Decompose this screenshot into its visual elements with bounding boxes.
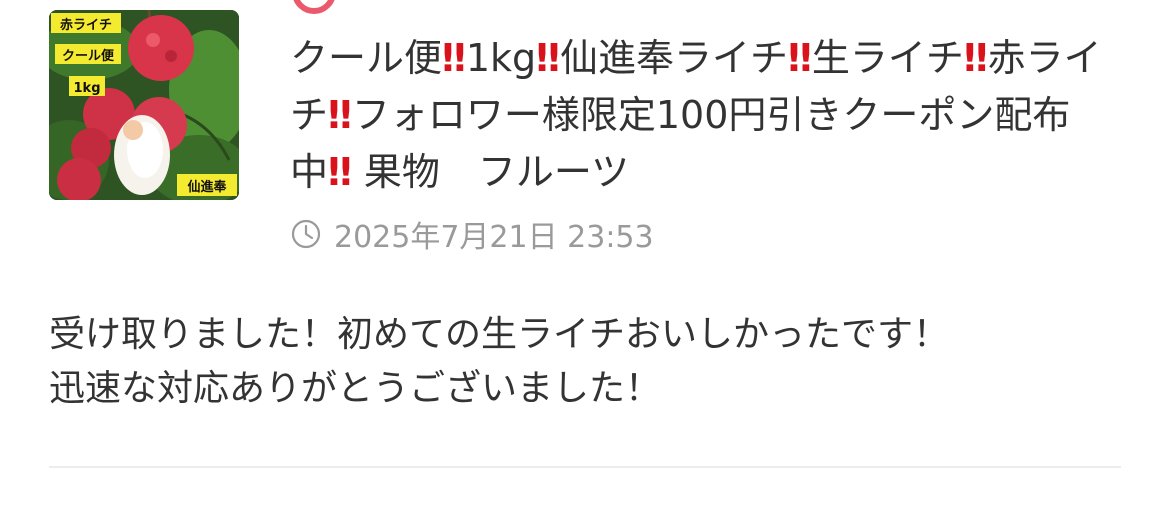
title-segment: クール便 <box>290 36 443 80</box>
lychee-image: 赤ライチ クール便 1kg 仙進奉 <box>49 10 239 200</box>
thumb-label-weight: 1kg <box>74 81 101 96</box>
double-exclamation-icon: ‼ <box>442 36 466 80</box>
title-segment: 1kg <box>465 36 537 80</box>
divider <box>49 466 1121 468</box>
review-date: 2025年7月21日 23:53 <box>334 220 654 255</box>
double-exclamation-icon: ‼ <box>328 150 352 194</box>
review-line: 迅速な対応ありがとうございました！ <box>49 368 662 409</box>
clock-icon <box>291 219 321 249</box>
product-title[interactable]: クール便‼ 1kg‼ 仙進奉ライチ‼ 生ライチ‼ 赤ライチ‼ フォロワー様限定100円引き… <box>290 30 1120 201</box>
review-comment: 受け取りました！初めての生ライチおいしかったです！ 迅速な対応ありがとうございま… <box>49 308 1129 416</box>
status-icon <box>292 0 336 14</box>
double-exclamation-icon: ‼ <box>328 93 352 137</box>
double-exclamation-icon: ‼ <box>536 36 560 80</box>
thumb-label-red-lychee: 赤ライチ <box>60 17 112 33</box>
review-date-row: 2025年7月21日 23:53 <box>290 212 654 256</box>
review-line: 受け取りました！初めての生ライチおいしかったです！ <box>49 314 950 355</box>
double-exclamation-icon: ‼ <box>788 36 812 80</box>
double-exclamation-icon: ‼ <box>963 36 988 80</box>
title-segment: 果物 フルーツ <box>351 150 630 194</box>
thumb-label-variety: 仙進奉 <box>187 179 227 195</box>
title-segment: 生ライチ <box>811 36 964 80</box>
product-thumbnail[interactable]: 赤ライチ クール便 1kg 仙進奉 <box>49 10 239 200</box>
thumb-label-cool: クール便 <box>62 48 115 64</box>
title-segment: 仙進奉ライチ <box>559 36 788 80</box>
